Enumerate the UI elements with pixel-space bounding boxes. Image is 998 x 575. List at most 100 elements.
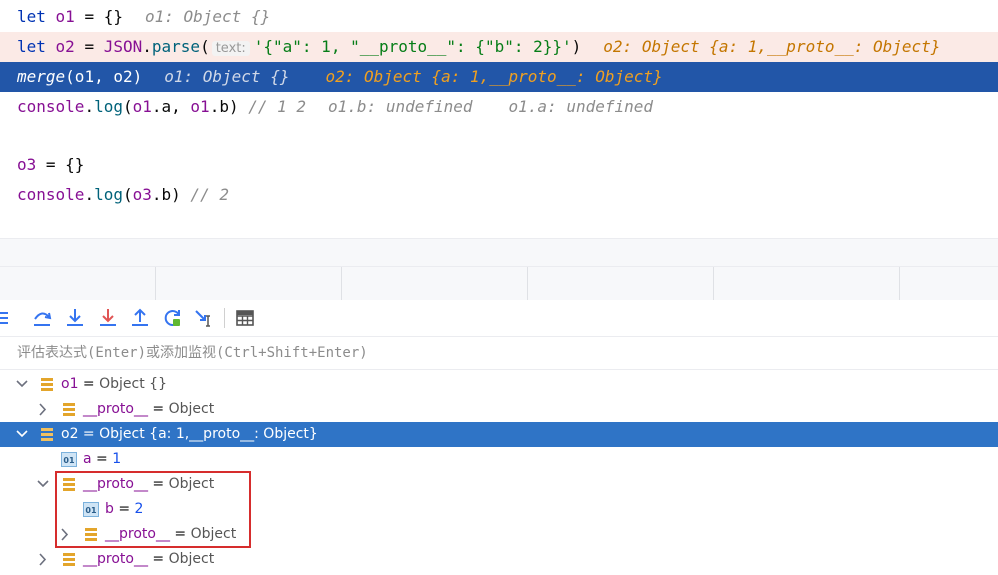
code-line-1[interactable]: let o1 = {} o1: Object {} <box>0 2 998 32</box>
tab-cell[interactable] <box>156 267 342 301</box>
variable-value: Object <box>168 401 215 417</box>
console-object: console <box>17 97 85 116</box>
evaluate-table-icon[interactable] <box>233 306 257 330</box>
identifier: o1 <box>55 7 75 26</box>
function-name: parse <box>151 37 201 56</box>
paren-close: ) <box>228 97 239 116</box>
comment: // 2 <box>180 185 229 204</box>
property: .a <box>151 97 172 116</box>
step-out-icon[interactable] <box>128 306 152 330</box>
code-line-3-current[interactable]: merge(o1, o2) o1: Object {} o2: Object {a:… <box>0 62 998 92</box>
variable-name: __proto__ <box>83 551 148 567</box>
object-field-icon <box>63 403 75 416</box>
identifier: o1 <box>132 97 152 116</box>
function-name: log <box>94 185 123 204</box>
object-field-icon <box>41 428 53 441</box>
string-literal: '{"a": 1, "__proto__": {"b": 2}}' <box>253 37 572 56</box>
variable-value: 1 <box>112 451 122 467</box>
chevron-down-icon[interactable] <box>15 422 29 447</box>
equals-sign: = <box>78 376 100 392</box>
operator: = <box>74 37 104 56</box>
equals-sign: = <box>147 551 169 567</box>
paren-open: ( <box>200 37 210 56</box>
function-name: merge <box>17 67 66 86</box>
operator: = <box>74 7 104 26</box>
tree-row-proto[interactable]: __proto__ = Object <box>0 397 998 422</box>
code-line-4[interactable]: console.log(o1.a, o1.b) // 1 2 o1.b: unde… <box>0 92 998 122</box>
call-args: (o1, o2) <box>65 67 143 86</box>
tree-row-o1[interactable]: o1 = Object {} <box>0 372 998 397</box>
object-field-icon <box>63 553 75 566</box>
json-object: JSON <box>103 37 143 56</box>
keyword: let <box>17 7 46 26</box>
variable-name: a <box>83 451 92 467</box>
code-line-6[interactable]: console.log(o3.b) // 2 <box>0 180 998 210</box>
chevron-down-icon[interactable] <box>15 372 29 397</box>
chevron-right-icon[interactable] <box>36 397 50 422</box>
inline-value-hint: o1.a: undefined <box>508 97 654 116</box>
paren-open: ( <box>122 185 133 204</box>
dot: . <box>84 185 95 204</box>
code-line-2[interactable]: let o2 = JSON.parse(text: '{"a": 1, "__pr… <box>0 32 998 62</box>
tab-cell[interactable] <box>528 267 714 301</box>
property: .b <box>151 185 172 204</box>
function-name: log <box>94 97 123 116</box>
chevron-right-icon[interactable] <box>36 547 50 572</box>
variable-name: o1 <box>61 376 79 392</box>
run-to-cursor-icon[interactable] <box>193 306 217 330</box>
code-editor[interactable]: let o1 = {} o1: Object {} let o2 = JSON.p… <box>0 0 998 238</box>
chevron-down-icon[interactable] <box>36 472 50 497</box>
identifier: o1 <box>190 97 210 116</box>
object-field-icon <box>41 378 53 391</box>
variable-value: Object <box>168 551 215 567</box>
comma: , <box>171 97 191 116</box>
paren-open: ( <box>122 97 133 116</box>
equals-sign: = <box>147 401 169 417</box>
primitive-badge-text: 01 <box>63 456 75 465</box>
variable-name: __proto__ <box>83 401 148 417</box>
identifier: o2 <box>55 37 75 56</box>
tree-row-o2[interactable]: o2 = Object {a: 1,__proto__: Object} <box>0 422 998 447</box>
variable-value: Object {} <box>99 376 167 392</box>
force-step-into-icon[interactable] <box>96 306 120 330</box>
tab-cell[interactable] <box>714 267 900 301</box>
equals-sign: = <box>78 426 100 442</box>
operator: = <box>36 155 66 174</box>
inline-value-hint: o1: Object {} <box>164 67 290 86</box>
comment: // 1 2 <box>238 97 307 116</box>
identifier: o3 <box>132 185 152 204</box>
panel-divider[interactable] <box>0 238 998 267</box>
parameter-hint: text: <box>211 41 250 56</box>
literal: {} <box>65 155 85 174</box>
annotation-highlight-box <box>55 471 251 548</box>
tree-row-proto[interactable]: __proto__ = Object <box>0 547 998 572</box>
primitive-field-icon: 01 <box>61 452 77 467</box>
variable-name: o2 <box>61 426 79 442</box>
code-line-5[interactable]: o3 = {} <box>0 150 998 180</box>
tree-row-a[interactable]: 01 a = 1 <box>0 447 998 472</box>
tab-cell[interactable] <box>0 267 156 301</box>
inline-value-hint: o2: Object {a: 1,__proto__: Object} <box>325 67 663 86</box>
equals-sign: = <box>91 451 113 467</box>
debug-tabs-row <box>0 266 998 302</box>
evaluate-expression-bar <box>0 337 998 370</box>
menu-icon[interactable] <box>0 306 18 330</box>
inline-value-hint: o2: Object {a: 1,__proto__: Object} <box>603 37 941 56</box>
console-object: console <box>17 185 85 204</box>
restart-frame-icon[interactable] <box>161 306 185 330</box>
paren-close: ) <box>571 37 582 56</box>
evaluate-expression-input[interactable] <box>17 342 917 364</box>
dot: . <box>84 97 95 116</box>
debug-toolbar <box>0 300 998 337</box>
tab-cell[interactable] <box>342 267 528 301</box>
paren-close: ) <box>171 185 181 204</box>
step-over-icon[interactable] <box>30 306 54 330</box>
toolbar-separator <box>224 308 225 328</box>
step-into-icon[interactable] <box>63 306 87 330</box>
inline-value-hint: o1: Object {} <box>144 7 271 26</box>
variable-value: Object {a: 1,__proto__: Object} <box>99 426 318 442</box>
dot: . <box>142 37 152 56</box>
literal: {} <box>103 7 123 26</box>
keyword: let <box>17 37 46 56</box>
inline-value-hint: o1.b: undefined <box>328 97 473 116</box>
